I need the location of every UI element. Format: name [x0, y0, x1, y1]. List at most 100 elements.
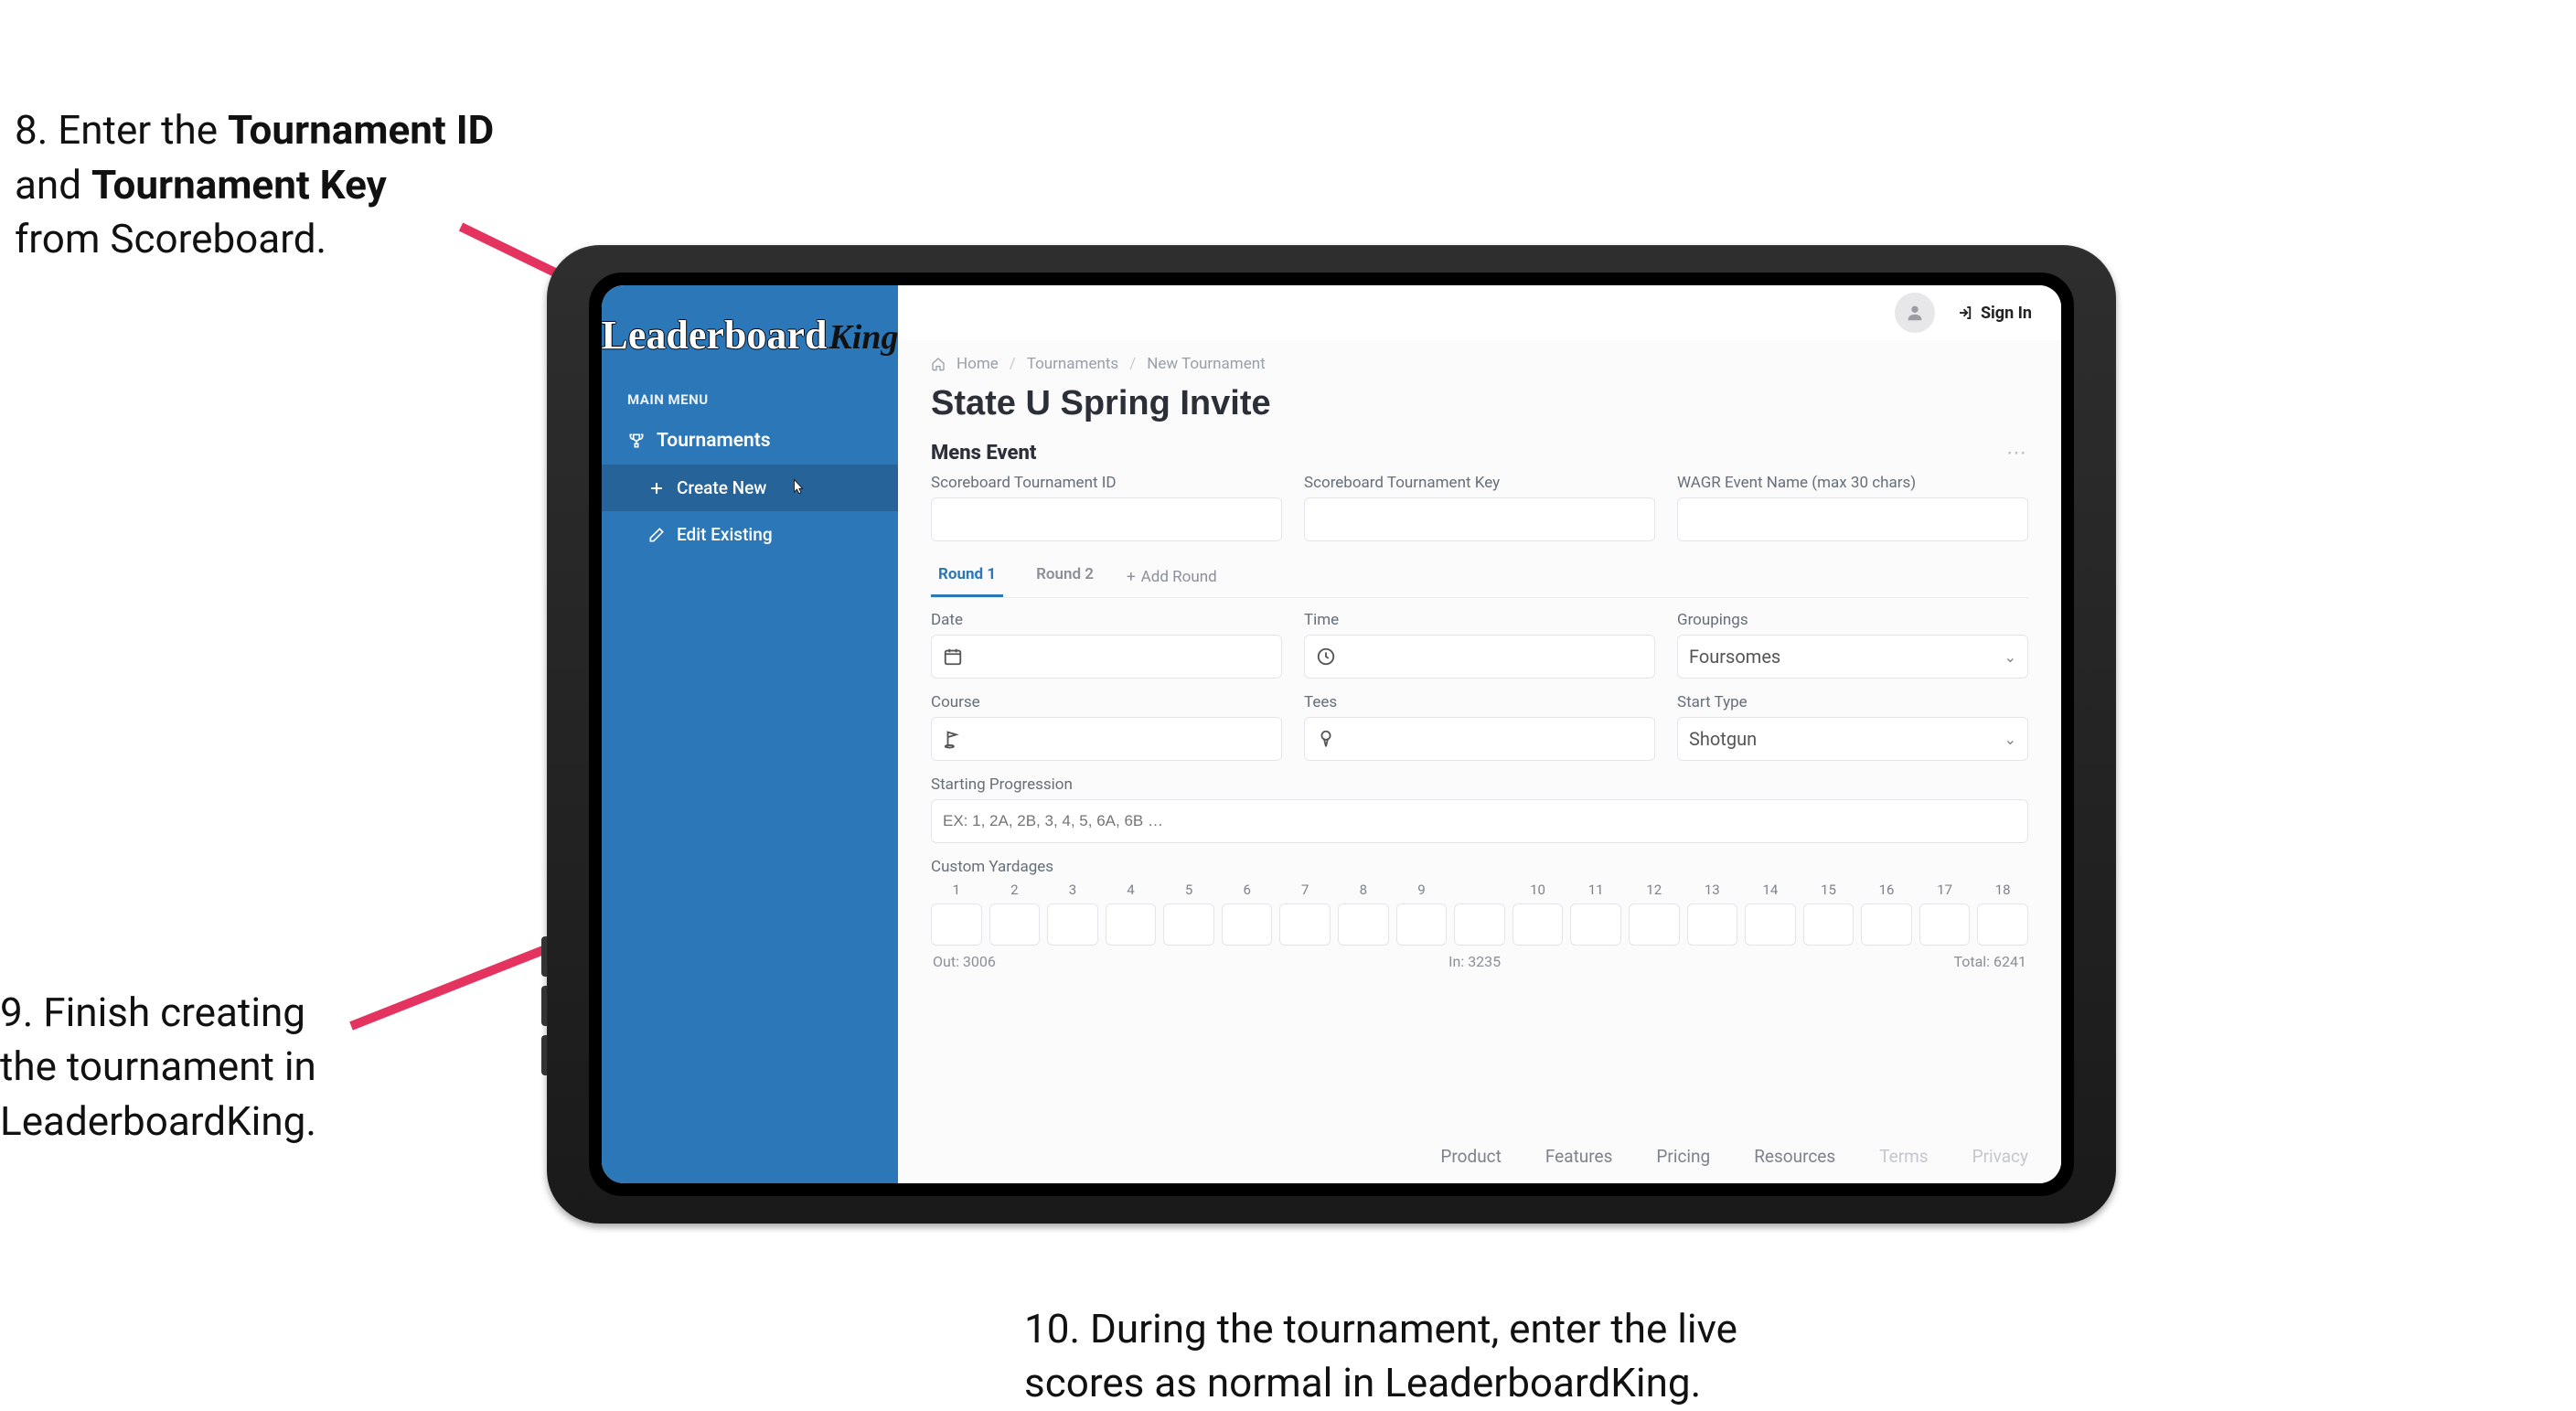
hole-number: 9	[1417, 882, 1425, 898]
sidebar-item-create-new[interactable]: Create New	[602, 465, 898, 511]
hole-number: 18	[1995, 882, 2011, 898]
label-sb-key: Scoreboard Tournament Key	[1304, 474, 1655, 492]
clock-icon	[1316, 647, 1336, 667]
input-date[interactable]	[931, 635, 1282, 679]
yardage-input[interactable]	[1861, 903, 1912, 946]
add-round-label: Add Round	[1141, 568, 1217, 586]
yardage-spacer	[1454, 882, 1505, 946]
tab-round-1[interactable]: Round 1	[931, 556, 1003, 597]
input-time[interactable]	[1304, 635, 1655, 679]
breadcrumb-sep: /	[1010, 355, 1016, 373]
yardage-input[interactable]	[1396, 903, 1448, 946]
input-sb-key[interactable]	[1304, 497, 1655, 541]
footer-link-terms[interactable]: Terms	[1879, 1146, 1928, 1167]
hole-number: 14	[1762, 882, 1778, 898]
callout-step-9: 9. Finish creating the tournament in Lea…	[0, 986, 347, 1149]
breadcrumb-sep: /	[1129, 355, 1136, 373]
yardage-col: 9	[1396, 882, 1448, 946]
hole-number: 15	[1821, 882, 1836, 898]
yardage-input[interactable]	[1163, 903, 1214, 946]
yardage-input[interactable]	[1338, 903, 1389, 946]
hole-number: 2	[1010, 882, 1018, 898]
tablet-frame: LeaderboardKing MAIN MENU Tournaments Cr…	[547, 245, 2116, 1224]
input-tees[interactable]	[1304, 717, 1655, 761]
add-round-button[interactable]: + Add Round	[1127, 568, 1217, 586]
yardage-input[interactable]	[1570, 903, 1621, 946]
yardage-col: 4	[1106, 882, 1157, 946]
avatar[interactable]	[1895, 293, 1935, 333]
signin-arrow-icon	[1957, 305, 1973, 321]
flag-icon	[943, 729, 963, 749]
person-icon	[1905, 303, 1925, 323]
hole-number: 12	[1646, 882, 1662, 898]
footer-link-privacy[interactable]: Privacy	[1972, 1146, 2028, 1167]
hole-number: 13	[1705, 882, 1720, 898]
section-more-button[interactable]: ⋯	[2006, 442, 2028, 465]
yardage-input[interactable]	[1106, 903, 1157, 946]
yardage-input[interactable]	[1919, 903, 1971, 946]
footer-link-product[interactable]: Product	[1440, 1146, 1501, 1167]
main-area: Sign In Home / Tournaments / New Tournam…	[898, 285, 2061, 1183]
label-tees: Tees	[1304, 693, 1655, 711]
label-time: Time	[1304, 611, 1655, 629]
yardage-totals: Out: 3006 In: 3235 Total: 6241	[931, 946, 2028, 970]
topbar: Sign In	[898, 285, 2061, 340]
input-course[interactable]	[931, 717, 1282, 761]
plus-icon: +	[1127, 568, 1136, 586]
footer-link-pricing[interactable]: Pricing	[1656, 1146, 1710, 1167]
yardage-col: 16	[1861, 882, 1912, 946]
yardage-input[interactable]	[1047, 903, 1098, 946]
yardage-row: 123456789 101112131415161718	[931, 882, 2028, 946]
tablet-side-button	[541, 936, 547, 977]
yardage-input[interactable]	[1803, 903, 1855, 946]
yardage-input[interactable]	[931, 903, 982, 946]
breadcrumb-home[interactable]: Home	[957, 355, 999, 373]
yardage-input[interactable]	[1222, 903, 1273, 946]
footer-link-features[interactable]: Features	[1545, 1146, 1613, 1167]
breadcrumb-current: New Tournament	[1147, 355, 1265, 373]
yardage-col: 11	[1570, 882, 1621, 946]
input-wagr[interactable]	[1677, 497, 2028, 541]
hole-number: 11	[1588, 882, 1604, 898]
round-tabs: Round 1 Round 2 + Add Round	[931, 556, 2028, 598]
hole-number: 6	[1243, 882, 1250, 898]
trophy-icon	[627, 432, 646, 450]
logo-text: LeaderboardKing	[602, 312, 898, 358]
label-sb-id: Scoreboard Tournament ID	[931, 474, 1282, 492]
label-date: Date	[931, 611, 1282, 629]
sidebar: LeaderboardKing MAIN MENU Tournaments Cr…	[602, 285, 898, 1183]
yardage-input[interactable]	[1279, 903, 1331, 946]
select-groupings[interactable]: Foursomes ⌄	[1677, 635, 2028, 679]
tablet-side-button	[541, 986, 547, 1026]
sidebar-item-tournaments[interactable]: Tournaments	[602, 417, 898, 465]
calendar-icon	[943, 647, 963, 667]
tab-round-2[interactable]: Round 2	[1029, 556, 1101, 597]
select-value: Foursomes	[1689, 646, 1780, 668]
yardage-input[interactable]	[1629, 903, 1680, 946]
select-value: Shotgun	[1689, 728, 1757, 750]
yardage-spacer-box	[1454, 903, 1505, 946]
hole-number: 5	[1185, 882, 1192, 898]
input-sb-id[interactable]	[931, 497, 1282, 541]
yardage-col: 12	[1629, 882, 1680, 946]
select-start-type[interactable]: Shotgun ⌄	[1677, 717, 2028, 761]
yardage-input[interactable]	[1512, 903, 1564, 946]
yardage-col: 18	[1977, 882, 2028, 946]
menu-section-label: MAIN MENU	[602, 379, 898, 417]
footer-link-resources[interactable]: Resources	[1754, 1146, 1835, 1167]
tablet-bezel: LeaderboardKing MAIN MENU Tournaments Cr…	[589, 273, 2074, 1196]
label-start-type: Start Type	[1677, 693, 2028, 711]
footer-links: Product Features Pricing Resources Terms…	[898, 1117, 2061, 1183]
label-starting-progression: Starting Progression	[931, 775, 2028, 794]
breadcrumb-tournaments[interactable]: Tournaments	[1027, 355, 1118, 373]
yardage-col: 2	[989, 882, 1041, 946]
yardage-input[interactable]	[1977, 903, 2028, 946]
sidebar-item-edit-existing[interactable]: Edit Existing	[602, 511, 898, 558]
yardage-input[interactable]	[1687, 903, 1738, 946]
label-groupings: Groupings	[1677, 611, 2028, 629]
yardage-input[interactable]	[989, 903, 1041, 946]
signin-button[interactable]: Sign In	[1957, 304, 2032, 323]
yardage-input[interactable]	[1745, 903, 1796, 946]
out-total: Out: 3006	[933, 953, 996, 970]
input-starting-progression[interactable]	[931, 799, 2028, 843]
